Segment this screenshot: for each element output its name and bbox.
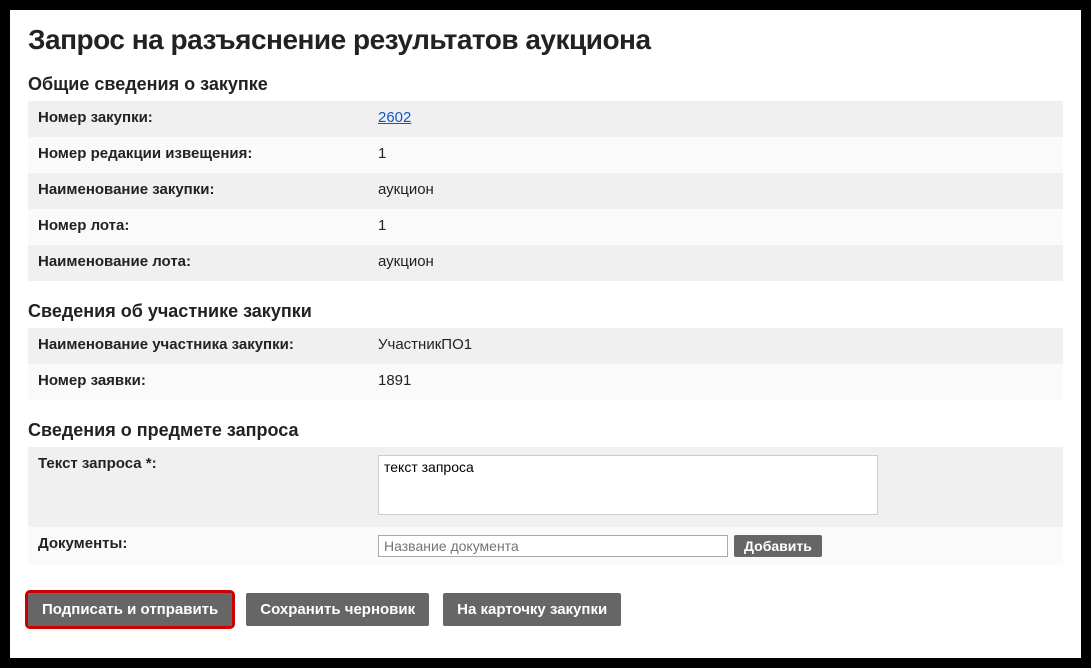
- lot-number-label: Номер лота:: [38, 217, 378, 234]
- page-title: Запрос на разъяснение результатов аукцио…: [28, 24, 1063, 56]
- section-general: Общие сведения о закупке Номер закупки: …: [28, 74, 1063, 281]
- lot-name-label: Наименование лота:: [38, 253, 378, 270]
- application-number-label: Номер заявки:: [38, 372, 378, 389]
- edition-number-label: Номер редакции извещения:: [38, 145, 378, 162]
- row-lot-name: Наименование лота: аукцион: [28, 245, 1063, 281]
- row-purchase-number: Номер закупки: 2602: [28, 101, 1063, 137]
- to-card-button[interactable]: На карточку закупки: [443, 593, 621, 626]
- document-name-input[interactable]: [378, 535, 728, 557]
- section-participant: Сведения об участнике закупки Наименован…: [28, 301, 1063, 400]
- lot-name-value: аукцион: [378, 253, 1053, 270]
- purchase-name-value: аукцион: [378, 181, 1053, 198]
- documents-label: Документы:: [38, 535, 378, 552]
- edition-number-value: 1: [378, 145, 1053, 162]
- application-number-value: 1891: [378, 372, 1053, 389]
- participant-name-value: УчастникПО1: [378, 336, 1053, 353]
- sign-and-send-button[interactable]: Подписать и отправить: [28, 593, 232, 626]
- section-general-heading: Общие сведения о закупке: [28, 74, 1063, 95]
- purchase-number-link[interactable]: 2602: [378, 109, 411, 126]
- row-lot-number: Номер лота: 1: [28, 209, 1063, 245]
- purchase-name-label: Наименование закупки:: [38, 181, 378, 198]
- add-document-button[interactable]: Добавить: [734, 535, 822, 557]
- section-request: Сведения о предмете запроса Текст запрос…: [28, 420, 1063, 565]
- participant-name-label: Наименование участника закупки:: [38, 336, 378, 353]
- lot-number-value: 1: [378, 217, 1053, 234]
- request-text-input[interactable]: [378, 455, 878, 515]
- request-text-label: Текст запроса *:: [38, 455, 378, 472]
- row-application-number: Номер заявки: 1891: [28, 364, 1063, 400]
- save-draft-button[interactable]: Сохранить черновик: [246, 593, 429, 626]
- row-edition-number: Номер редакции извещения: 1: [28, 137, 1063, 173]
- page-container: Запрос на разъяснение результатов аукцио…: [10, 10, 1081, 658]
- row-participant-name: Наименование участника закупки: Участник…: [28, 328, 1063, 364]
- section-request-heading: Сведения о предмете запроса: [28, 420, 1063, 441]
- action-bar: Подписать и отправить Сохранить черновик…: [28, 593, 1063, 626]
- section-participant-heading: Сведения об участнике закупки: [28, 301, 1063, 322]
- row-request-text: Текст запроса *:: [28, 447, 1063, 527]
- purchase-number-label: Номер закупки:: [38, 109, 378, 126]
- row-purchase-name: Наименование закупки: аукцион: [28, 173, 1063, 209]
- row-documents: Документы: Добавить: [28, 527, 1063, 565]
